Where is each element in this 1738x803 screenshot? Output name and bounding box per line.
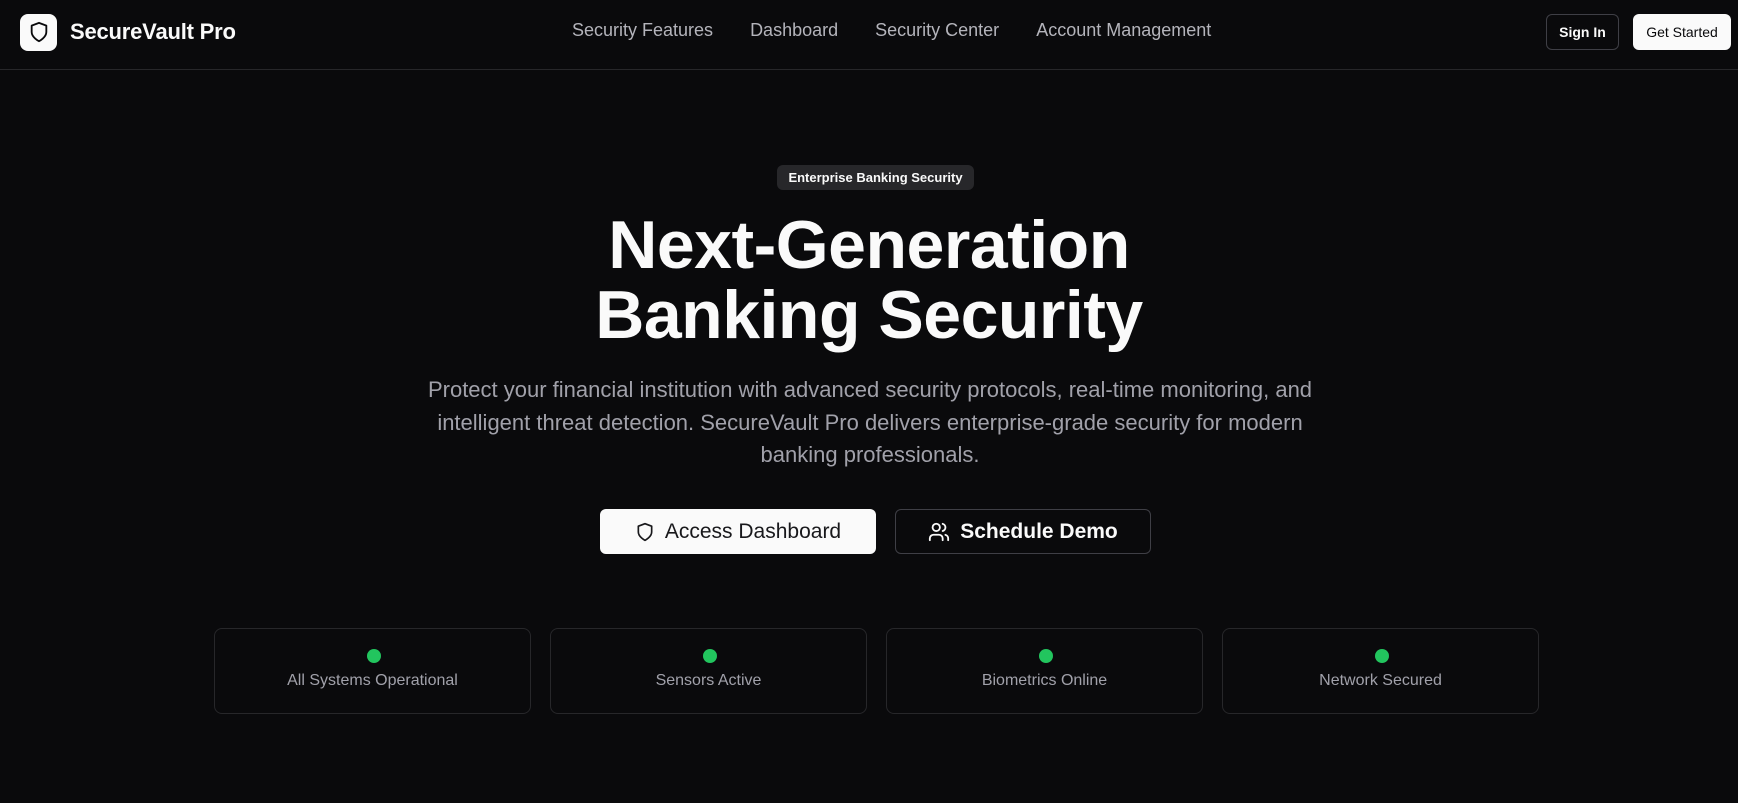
status-label: Biometrics Online: [981, 672, 1108, 689]
status-card-biometrics: Biometrics Online: [886, 628, 1203, 714]
status-dot: [703, 649, 717, 663]
brand-name: SecureVault Pro: [70, 19, 236, 44]
schedule-demo-label: Schedule Demo: [960, 519, 1118, 543]
shield-icon: [635, 522, 655, 542]
headline-line-1: Next-Generation: [608, 207, 1130, 283]
get-started-button[interactable]: Get Started: [1633, 14, 1731, 50]
status-label: Network Secured: [1319, 672, 1442, 689]
nav-item-dashboard[interactable]: Dashboard: [750, 20, 838, 41]
shield-icon: [30, 21, 47, 43]
status-label: All Systems Operational: [287, 672, 458, 689]
hero-badge: Enterprise Banking Security: [777, 165, 974, 190]
nav-item-security-center[interactable]: Security Center: [875, 20, 999, 41]
status-card-network: Network Secured: [1222, 628, 1539, 714]
status-card-systems: All Systems Operational: [214, 628, 531, 714]
status-card-sensors: Sensors Active: [550, 628, 867, 714]
sign-in-button[interactable]: Sign In: [1546, 14, 1619, 50]
main-nav: Security Features Dashboard Security Cen…: [572, 20, 1211, 41]
nav-item-account-management[interactable]: Account Management: [1036, 20, 1211, 41]
headline-line-2: Banking Security: [595, 277, 1143, 353]
hero-headline: Next-Generation Banking Security: [0, 210, 1738, 350]
status-label: Sensors Active: [655, 672, 762, 689]
status-dot: [1375, 649, 1389, 663]
status-dot: [367, 649, 381, 663]
access-dashboard-button[interactable]: Access Dashboard: [600, 509, 876, 554]
site-header: SecureVault Pro Security Features Dashbo…: [0, 0, 1738, 70]
brand[interactable]: SecureVault Pro: [20, 13, 236, 51]
schedule-demo-button[interactable]: Schedule Demo: [895, 509, 1151, 554]
status-dot: [1039, 649, 1053, 663]
users-icon: [928, 521, 950, 543]
access-dashboard-label: Access Dashboard: [664, 519, 842, 543]
brand-logo: [20, 13, 57, 51]
nav-item-security-features[interactable]: Security Features: [572, 20, 713, 41]
hero-description: Protect your financial institution with …: [427, 377, 1313, 467]
